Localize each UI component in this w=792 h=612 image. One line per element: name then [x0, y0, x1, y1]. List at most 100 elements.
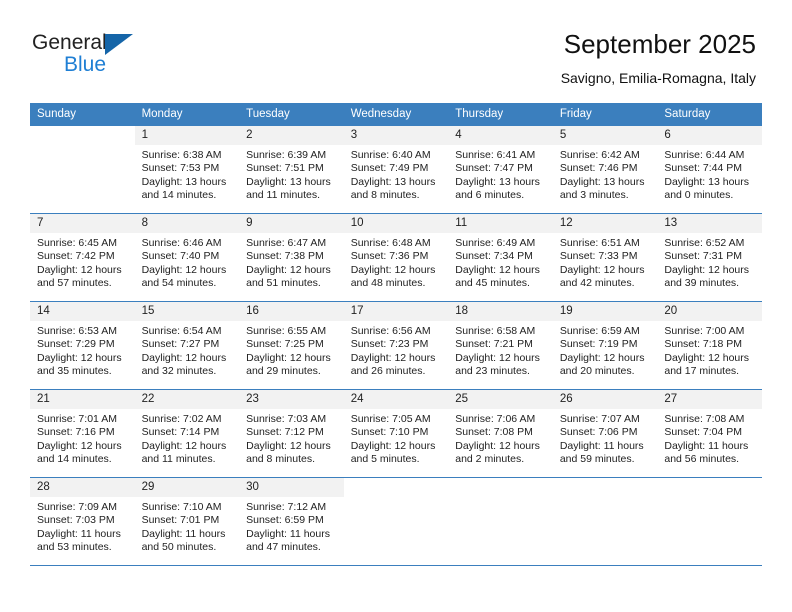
sunrise-text: Sunrise: 7:02 AM [141, 413, 222, 425]
calendar-day-cell[interactable]: 11 Sunrise: 6:49 AM Sunset: 7:34 PM Dayligh… [448, 213, 553, 302]
calendar-day-cell[interactable]: 24 Sunrise: 7:05 AM Sunset: 7:10 PM Dayligh… [343, 389, 449, 478]
calendar-day-cell[interactable]: 10 Sunrise: 6:48 AM Sunset: 7:36 PM Dayligh… [343, 213, 449, 302]
calendar-day-cell[interactable]: 5 Sunrise: 6:42 AM Sunset: 7:46 PM Daylight… [552, 125, 658, 214]
day-cell-inner: 6 Sunrise: 6:44 AM Sunset: 7:44 PM Daylight… [657, 126, 762, 213]
calendar-day-cell[interactable]: 18 Sunrise: 6:58 AM Sunset: 7:21 PM Dayligh… [448, 301, 553, 390]
calendar-day-cell[interactable]: 26 Sunrise: 7:07 AM Sunset: 7:06 PM Dayligh… [552, 389, 658, 478]
day-cell-details: Sunrise: 6:40 AM Sunset: 7:49 PM Daylight:… [344, 145, 449, 203]
day-cell-inner: 13 Sunrise: 6:52 AM Sunset: 7:31 PM Dayligh… [657, 214, 762, 301]
calendar-day-cell-empty [448, 477, 553, 566]
day-cell-details: Sunrise: 7:00 AM Sunset: 7:18 PM Daylight:… [657, 321, 762, 379]
sunrise-text: Sunrise: 6:58 AM [455, 325, 536, 337]
calendar-day-cell[interactable]: 20 Sunrise: 7:00 AM Sunset: 7:18 PM Dayligh… [657, 301, 762, 390]
calendar-day-cell[interactable]: 16 Sunrise: 6:55 AM Sunset: 7:25 PM Dayligh… [239, 301, 344, 390]
day-cell-details: Sunrise: 6:55 AM Sunset: 7:25 PM Daylight:… [239, 321, 344, 379]
day-cell-inner [448, 478, 553, 565]
sunset-text: Sunset: 7:23 PM [350, 338, 429, 351]
sunset-text: Sunset: 7:42 PM [37, 250, 115, 263]
calendar-day-cell[interactable]: 14 Sunrise: 6:53 AM Sunset: 7:29 PM Dayligh… [30, 301, 135, 390]
sunset-text: Sunset: 6:59 PM [246, 514, 324, 527]
calendar-day-cell-empty [552, 477, 658, 566]
sunset-text: Sunset: 7:18 PM [664, 338, 743, 351]
day-cell-details: Sunrise: 7:03 AM Sunset: 7:12 PM Daylight:… [239, 409, 344, 467]
calendar-day-cell[interactable]: 29 Sunrise: 7:10 AM Sunset: 7:01 PM Dayligh… [134, 477, 240, 566]
calendar-day-cell[interactable]: 6 Sunrise: 6:44 AM Sunset: 7:44 PM Daylight… [657, 125, 762, 214]
day-cell-inner: 4 Sunrise: 6:41 AM Sunset: 7:47 PM Daylight… [448, 126, 553, 213]
calendar-day-cell[interactable]: 19 Sunrise: 6:59 AM Sunset: 7:19 PM Dayligh… [552, 301, 658, 390]
day-cell-inner: 18 Sunrise: 6:58 AM Sunset: 7:21 PM Dayligh… [448, 302, 553, 389]
daylight-text: Daylight: 12 hours and 5 minutes. [350, 439, 436, 466]
day-cell-inner [553, 478, 658, 565]
day-cell-inner: 22 Sunrise: 7:02 AM Sunset: 7:14 PM Dayligh… [134, 390, 240, 477]
sunset-text: Sunset: 7:36 PM [350, 250, 429, 263]
day-number: 4 [448, 126, 553, 145]
day-cell-details: Sunrise: 6:48 AM Sunset: 7:36 PM Daylight:… [344, 233, 449, 291]
sunrise-text: Sunrise: 6:49 AM [455, 237, 536, 249]
day-cell-details: Sunrise: 6:49 AM Sunset: 7:34 PM Daylight:… [448, 233, 553, 291]
calendar-day-cell[interactable]: 28 Sunrise: 7:09 AM Sunset: 7:03 PM Dayligh… [30, 477, 135, 566]
triangle-icon [105, 34, 133, 55]
day-number [30, 126, 135, 145]
sunset-text: Sunset: 7:49 PM [350, 162, 429, 175]
day-cell-inner: 9 Sunrise: 6:47 AM Sunset: 7:38 PM Daylight… [239, 214, 344, 301]
sunrise-text: Sunrise: 6:48 AM [350, 237, 431, 249]
calendar-day-cell[interactable]: 13 Sunrise: 6:52 AM Sunset: 7:31 PM Dayligh… [657, 213, 762, 302]
day-number [448, 478, 553, 497]
calendar-day-cell[interactable]: 9 Sunrise: 6:47 AM Sunset: 7:38 PM Daylight… [239, 213, 344, 302]
day-number: 20 [657, 302, 762, 321]
day-cell-details: Sunrise: 7:01 AM Sunset: 7:16 PM Daylight:… [30, 409, 135, 467]
calendar-day-cell[interactable]: 27 Sunrise: 7:08 AM Sunset: 7:04 PM Dayligh… [657, 389, 762, 478]
calendar-day-cell[interactable]: 21 Sunrise: 7:01 AM Sunset: 7:16 PM Dayligh… [30, 389, 135, 478]
sunrise-text: Sunrise: 6:53 AM [37, 325, 117, 337]
calendar-day-cell-empty [657, 477, 762, 566]
day-cell-details: Sunrise: 6:51 AM Sunset: 7:33 PM Daylight:… [553, 233, 658, 291]
sunrise-text: Sunrise: 6:41 AM [455, 149, 536, 161]
calendar-week-row: 1 Sunrise: 6:38 AM Sunset: 7:53 PM Daylight… [30, 125, 762, 214]
day-cell-details: Sunrise: 7:07 AM Sunset: 7:06 PM Daylight:… [553, 409, 658, 467]
day-number: 25 [448, 390, 553, 409]
sunrise-text: Sunrise: 6:59 AM [559, 325, 640, 337]
calendar-day-cell[interactable]: 7 Sunrise: 6:45 AM Sunset: 7:42 PM Daylight… [30, 213, 135, 302]
calendar-day-cell[interactable]: 25 Sunrise: 7:06 AM Sunset: 7:08 PM Dayligh… [448, 389, 553, 478]
calendar-table: Sunday Monday Tuesday Wednesday Thursday… [30, 103, 762, 566]
sunrise-text: Sunrise: 6:56 AM [350, 325, 431, 337]
daylight-text: Daylight: 12 hours and 14 minutes. [37, 439, 122, 466]
day-cell-details: Sunrise: 6:56 AM Sunset: 7:23 PM Daylight:… [344, 321, 449, 379]
calendar-day-cell[interactable]: 2 Sunrise: 6:39 AM Sunset: 7:51 PM Daylight… [239, 125, 344, 214]
general-blue-logo[interactable]: General Blue [32, 31, 212, 79]
daylight-text: Daylight: 12 hours and 39 minutes. [664, 263, 750, 290]
daylight-text: Daylight: 12 hours and 57 minutes. [37, 263, 122, 290]
calendar-day-cell[interactable]: 1 Sunrise: 6:38 AM Sunset: 7:53 PM Daylight… [134, 125, 240, 214]
calendar-day-cell[interactable]: 30 Sunrise: 7:12 AM Sunset: 6:59 PM Dayligh… [239, 477, 344, 566]
sunset-text: Sunset: 7:01 PM [141, 514, 220, 527]
sunset-text: Sunset: 7:14 PM [141, 426, 220, 439]
sunrise-text: Sunrise: 6:55 AM [246, 325, 327, 337]
calendar-week-row: 14 Sunrise: 6:53 AM Sunset: 7:29 PM Dayligh… [30, 301, 762, 390]
daylight-text: Daylight: 12 hours and 20 minutes. [559, 351, 645, 378]
sunset-text: Sunset: 7:44 PM [664, 162, 743, 175]
sunrise-text: Sunrise: 7:09 AM [37, 501, 117, 513]
calendar-page: General Blue September 2025 Savigno, Emi… [0, 0, 792, 612]
calendar-day-cell[interactable]: 22 Sunrise: 7:02 AM Sunset: 7:14 PM Dayligh… [134, 389, 240, 478]
daylight-text: Daylight: 12 hours and 17 minutes. [664, 351, 750, 378]
calendar-day-cell[interactable]: 3 Sunrise: 6:40 AM Sunset: 7:49 PM Daylight… [343, 125, 449, 214]
day-cell-inner: 26 Sunrise: 7:07 AM Sunset: 7:06 PM Dayligh… [552, 390, 658, 477]
day-number: 27 [657, 390, 762, 409]
day-number [657, 478, 762, 497]
day-cell-inner [657, 478, 762, 565]
day-cell-details: Sunrise: 6:45 AM Sunset: 7:42 PM Daylight:… [30, 233, 135, 291]
sunset-text: Sunset: 7:06 PM [559, 426, 638, 439]
day-number: 13 [657, 214, 762, 233]
day-cell-details: Sunrise: 7:09 AM Sunset: 7:03 PM Daylight:… [30, 497, 135, 555]
sunrise-text: Sunrise: 7:06 AM [455, 413, 536, 425]
calendar-day-cell[interactable]: 8 Sunrise: 6:46 AM Sunset: 7:40 PM Daylight… [134, 213, 240, 302]
calendar-day-cell[interactable]: 17 Sunrise: 6:56 AM Sunset: 7:23 PM Dayligh… [343, 301, 449, 390]
calendar-day-cell[interactable]: 12 Sunrise: 6:51 AM Sunset: 7:33 PM Dayligh… [552, 213, 658, 302]
calendar-day-cell[interactable]: 15 Sunrise: 6:54 AM Sunset: 7:27 PM Dayligh… [134, 301, 240, 390]
sunset-text: Sunset: 7:51 PM [246, 162, 324, 175]
daylight-text: Daylight: 13 hours and 11 minutes. [246, 175, 331, 202]
day-cell-details: Sunrise: 7:10 AM Sunset: 7:01 PM Daylight:… [135, 497, 240, 555]
calendar-day-cell[interactable]: 4 Sunrise: 6:41 AM Sunset: 7:47 PM Daylight… [448, 125, 553, 214]
day-cell-inner: 3 Sunrise: 6:40 AM Sunset: 7:49 PM Daylight… [343, 126, 449, 213]
calendar-day-cell[interactable]: 23 Sunrise: 7:03 AM Sunset: 7:12 PM Dayligh… [239, 389, 344, 478]
